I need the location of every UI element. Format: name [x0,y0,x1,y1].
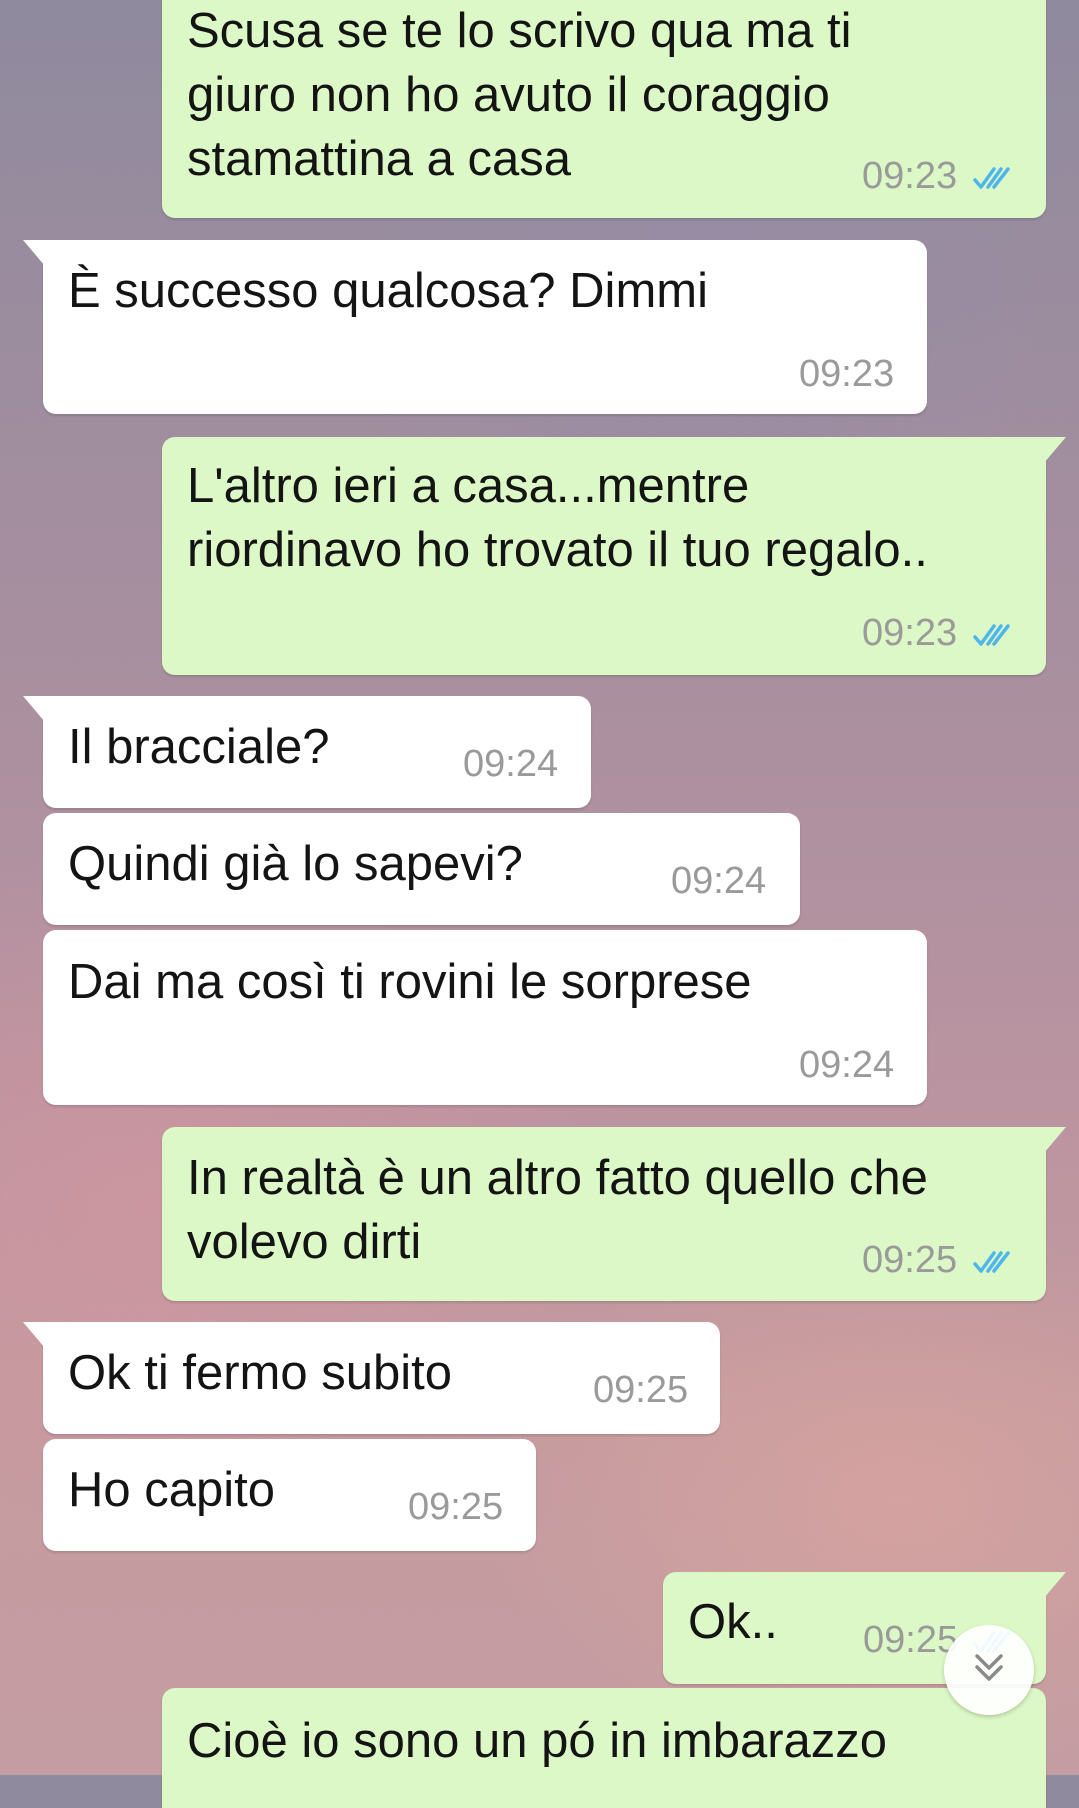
message-bubble-incoming[interactable]: Il bracciale? 09:24 [23,696,591,808]
message-bubble-incoming[interactable]: Ok ti fermo subito 09:25 [23,1322,720,1434]
message-text: Ok ti fermo subito [68,1346,452,1400]
message-text: In realtà è un altro fatto quello che vo… [187,1151,928,1269]
double-check-icon [972,164,1016,192]
double-chevron-down-icon [969,1648,1009,1693]
message-text: Ho capito [68,1463,276,1517]
message-text: Quindi già lo sapevi? [68,837,523,891]
message-time: 09:23 [862,155,958,197]
message-bubble-outgoing[interactable]: In realtà è un altro fatto quello che vo… [162,1127,1066,1301]
message-time: 09:24 [671,860,767,902]
message-time: 09:24 [799,1044,895,1086]
chat-area: Scusa se te lo scrivo qua ma ti giuro no… [0,0,1079,1808]
double-check-icon [972,621,1016,649]
message-bubble-incoming[interactable]: Dai ma così ti rovini le sorprese 09:24 [43,930,927,1105]
message-time: 09:25 [593,1369,689,1411]
message-text: L'altro ieri a casa...mentre riordinavo … [187,459,928,577]
message-text: Dai ma così ti rovini le sorprese [68,955,752,1009]
message-time: 09:25 [863,1619,959,1661]
message-bubble-outgoing[interactable]: Cioè io sono un pó in imbarazzo [162,1688,1046,1808]
message-text: Ok.. [688,1595,778,1649]
message-time: 09:24 [463,743,559,785]
message-time: 09:23 [862,612,958,654]
double-check-icon [972,1248,1016,1276]
message-text: Scusa se te lo scrivo qua ma ti giuro no… [187,4,852,186]
message-text: È successo qualcosa? Dimmi [68,264,708,318]
message-time: 09:25 [862,1239,958,1281]
message-text: Il bracciale? [68,720,330,774]
message-time: 09:23 [799,353,895,395]
message-bubble-incoming[interactable]: Quindi già lo sapevi? 09:24 [43,813,800,925]
message-bubble-outgoing[interactable]: Scusa se te lo scrivo qua ma ti giuro no… [162,0,1046,218]
message-bubble-outgoing[interactable]: L'altro ieri a casa...mentre riordinavo … [162,437,1066,675]
message-text: Cioè io sono un pó in imbarazzo [187,1714,888,1768]
message-time: 09:25 [408,1486,504,1528]
message-bubble-incoming[interactable]: È successo qualcosa? Dimmi 09:23 [23,240,927,414]
scroll-to-bottom-button[interactable] [944,1625,1034,1715]
message-bubble-incoming[interactable]: Ho capito 09:25 [43,1439,536,1551]
